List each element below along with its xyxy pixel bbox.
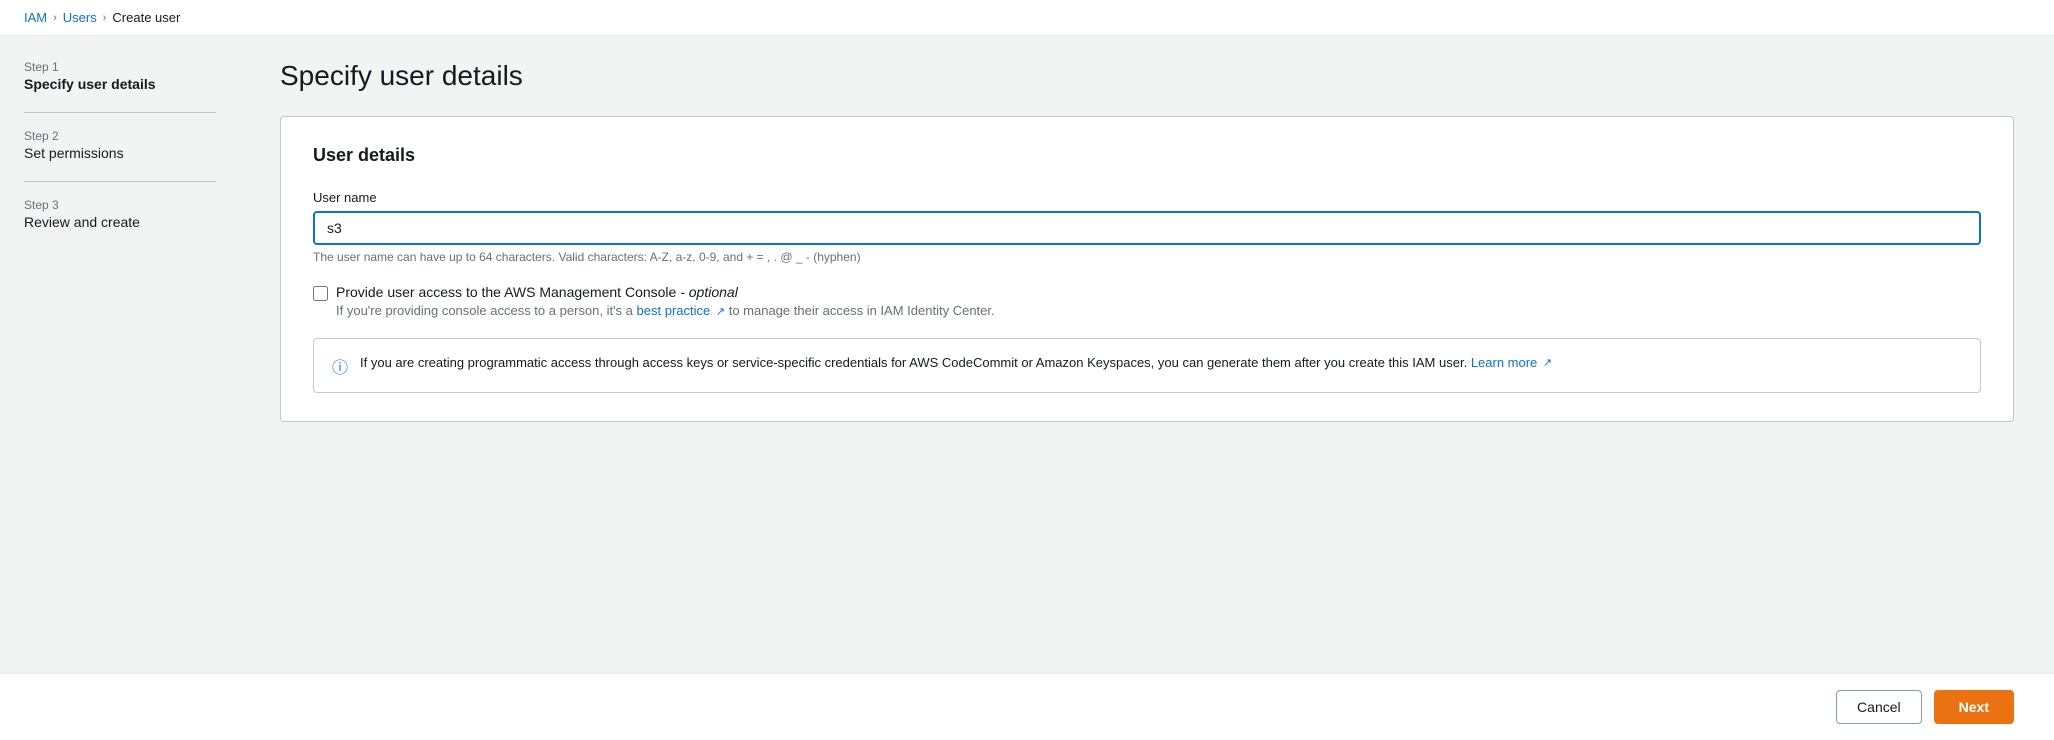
console-access-optional: - optional (680, 284, 738, 300)
breadcrumb-sep-2: › (103, 12, 107, 24)
step-1-label: Step 1 (24, 60, 216, 74)
step-1: Step 1 Specify user details (24, 60, 216, 92)
user-name-hint: The user name can have up to 64 characte… (313, 250, 1981, 264)
breadcrumb-users[interactable]: Users (63, 10, 97, 25)
cancel-button[interactable]: Cancel (1836, 690, 1922, 724)
step-3-title: Review and create (24, 214, 216, 230)
console-access-label[interactable]: Provide user access to the AWS Managemen… (336, 284, 738, 300)
external-link-icon-2: ↗ (1543, 357, 1552, 369)
external-link-icon: ↗ (716, 306, 725, 318)
info-box: ⓘ If you are creating programmatic acces… (313, 338, 1981, 393)
step-3: Step 3 Review and create (24, 198, 216, 230)
breadcrumb-sep-1: › (53, 12, 57, 24)
next-button[interactable]: Next (1934, 690, 2014, 724)
user-name-input[interactable] (313, 211, 1981, 245)
footer-bar: Cancel Next (0, 673, 2054, 740)
breadcrumb-current: Create user (112, 10, 180, 25)
step-divider-1 (24, 112, 216, 113)
step-2-label: Step 2 (24, 129, 216, 143)
page-title: Specify user details (280, 60, 2014, 92)
step-3-label: Step 3 (24, 198, 216, 212)
card-title: User details (313, 145, 1981, 166)
best-practice-link[interactable]: best practice ↗ (637, 303, 729, 318)
step-2-title: Set permissions (24, 145, 216, 161)
steps-sidebar: Step 1 Specify user details Step 2 Set p… (0, 36, 240, 673)
breadcrumb: IAM › Users › Create user (0, 0, 2054, 36)
info-icon: ⓘ (332, 354, 348, 378)
step-2: Step 2 Set permissions (24, 129, 216, 161)
step-1-title: Specify user details (24, 76, 216, 92)
user-name-field: User name The user name can have up to 6… (313, 190, 1981, 264)
console-access-row: Provide user access to the AWS Managemen… (313, 284, 1981, 318)
breadcrumb-iam[interactable]: IAM (24, 10, 47, 25)
user-details-card: User details User name The user name can… (280, 116, 2014, 422)
console-access-checkbox[interactable] (313, 286, 328, 301)
learn-more-link[interactable]: Learn more ↗ (1471, 355, 1552, 370)
content-area: Specify user details User details User n… (240, 36, 2054, 673)
step-divider-2 (24, 181, 216, 182)
info-text: If you are creating programmatic access … (360, 353, 1552, 373)
user-name-label: User name (313, 190, 1981, 205)
console-access-sublabel: If you're providing console access to a … (336, 303, 995, 318)
